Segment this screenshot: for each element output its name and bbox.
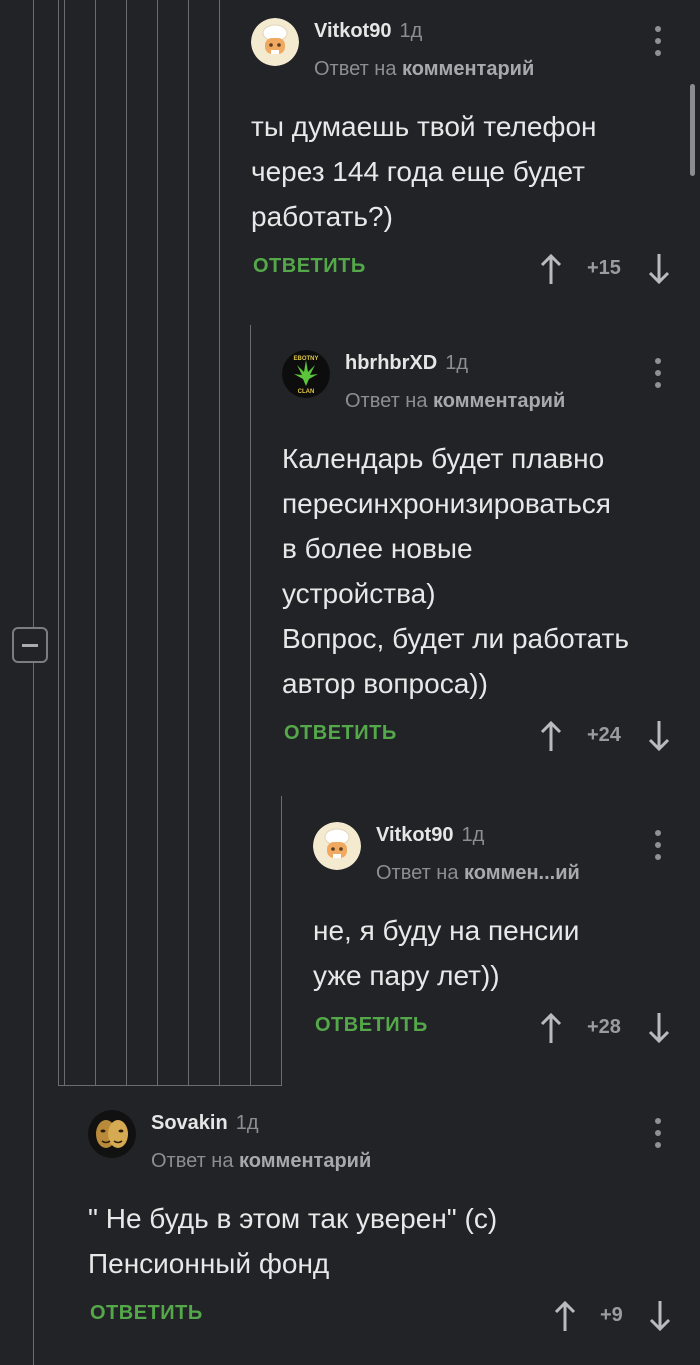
downvote-icon[interactable] [647,1012,671,1044]
reply-button[interactable]: ОТВЕТИТЬ [315,1014,428,1037]
vote-controls: +24 [539,716,671,756]
score: +9 [600,1304,623,1326]
comment-hbrhbrxd: EBOTNY CLAN hbrhbrXD 1д Ответ на коммента… [282,350,681,756]
reply-to: Ответ на комментарий [151,1150,371,1173]
leaf-clan-avatar-icon[interactable]: EBOTNY CLAN [282,350,330,398]
more-options-icon[interactable] [655,1118,661,1148]
timestamp: 1д [399,20,423,42]
comment-vitkot90: Vitkot90 1д Ответ на комментарий ты думае… [251,18,681,289]
scrollbar[interactable] [690,84,695,176]
comment-text: Календарь будет плавно пересинхронизиров… [282,443,629,699]
downvote-icon[interactable] [648,1300,672,1332]
username[interactable]: Sovakin 1д [151,1112,259,1135]
reply-to: Ответ на комментарий [345,390,565,413]
username[interactable]: hbrhbrXD 1д [345,352,468,375]
upvote-icon[interactable] [539,1012,563,1044]
comment-header: EBOTNY CLAN hbrhbrXD 1д Ответ на коммента… [282,350,681,420]
reply-target-link[interactable]: комментарий [433,390,565,412]
comment-sovakin: Sovakin 1д Ответ на комментарий " Не будь… [88,1110,681,1336]
chef-cat-avatar-icon[interactable] [313,822,361,870]
score: +15 [587,257,621,279]
downvote-icon[interactable] [647,720,671,752]
timestamp: 1д [235,1112,259,1134]
reply-target-link[interactable]: коммен...ий [464,862,580,884]
reply-prefix: Ответ на [376,862,459,884]
more-options-icon[interactable] [655,26,661,56]
score: +28 [587,1016,621,1038]
vote-controls: +28 [539,1008,671,1048]
chef-cat-avatar-icon[interactable] [251,18,299,66]
timestamp: 1д [445,352,469,374]
comment-text: ты думаешь твой телефон через 144 года е… [251,111,597,232]
reply-button[interactable]: ОТВЕТИТЬ [90,1302,203,1325]
svg-text:EBOTNY: EBOTNY [293,356,318,362]
vote-controls: +15 [539,249,671,289]
reply-target-link[interactable]: комментарий [239,1150,371,1172]
comment-header: Vitkot90 1д Ответ на комментарий [251,18,681,88]
svg-text:CLAN: CLAN [298,389,315,395]
comment-actions: ОТВЕТИТЬ +24 [282,716,681,756]
more-options-icon[interactable] [655,830,661,860]
username-text[interactable]: Vitkot90 [376,824,453,846]
golden-mask-avatar-icon[interactable] [88,1110,136,1158]
comment-header: Sovakin 1д Ответ на комментарий [88,1110,681,1180]
username[interactable]: Vitkot90 1д [376,824,484,847]
reply-prefix: Ответ на [151,1150,234,1172]
more-options-icon[interactable] [655,358,661,388]
comment-header: Vitkot90 1д Ответ на коммен...ий [313,822,681,892]
upvote-icon[interactable] [539,253,563,285]
comment-text: не, я буду на пенсии уже пару лет)) [313,915,580,991]
reply-to: Ответ на коммен...ий [376,862,580,885]
comment-vitkot90-reply: Vitkot90 1д Ответ на коммен...ий не, я бу… [313,822,681,1048]
username-text[interactable]: Vitkot90 [314,20,391,42]
username-text[interactable]: Sovakin [151,1112,228,1134]
reply-button[interactable]: ОТВЕТИТЬ [253,255,366,278]
upvote-icon[interactable] [553,1300,577,1332]
downvote-icon[interactable] [647,253,671,285]
reply-to: Ответ на комментарий [314,58,534,81]
reply-button[interactable]: ОТВЕТИТЬ [284,722,397,745]
upvote-icon[interactable] [539,720,563,752]
comment-actions: ОТВЕТИТЬ +15 [251,249,681,289]
comment-actions: ОТВЕТИТЬ +9 [88,1296,681,1336]
score: +24 [587,724,621,746]
username-text[interactable]: hbrhbrXD [345,352,437,374]
timestamp: 1д [461,824,485,846]
collapse-thread-button[interactable] [12,627,48,663]
reply-prefix: Ответ на [345,390,428,412]
comment-text: " Не будь в этом так уверен" (с) Пенсион… [88,1203,498,1279]
vote-controls: +9 [553,1296,673,1336]
reply-target-link[interactable]: комментарий [402,58,534,80]
comment-actions: ОТВЕТИТЬ +28 [313,1008,681,1048]
reply-prefix: Ответ на [314,58,397,80]
username[interactable]: Vitkot90 1д [314,20,422,43]
